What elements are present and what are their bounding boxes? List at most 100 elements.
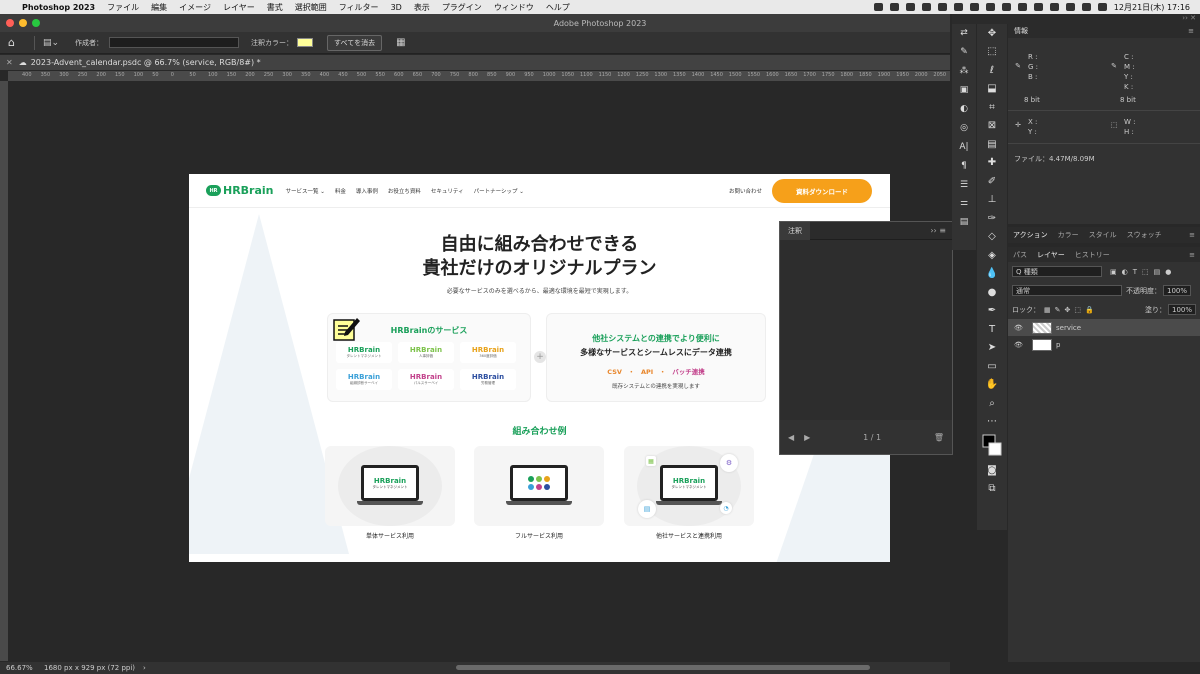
frame-tool-icon[interactable]: ⊠ [977, 117, 1007, 136]
menu-type[interactable]: 書式 [267, 2, 283, 13]
next-note-icon[interactable]: ▶ [804, 433, 810, 442]
status-icon[interactable] [1017, 3, 1027, 11]
color-swatches-icon[interactable] [977, 431, 1007, 461]
notes-icon[interactable]: ▤ [952, 213, 976, 232]
clear-all-button[interactable]: すべてを消去 [327, 34, 383, 51]
object-select-tool-icon[interactable]: ⬓ [977, 80, 1007, 99]
app-menu[interactable]: Photoshop 2023 [22, 3, 95, 12]
status-icon[interactable] [953, 3, 963, 11]
paint-bucket-tool-icon[interactable]: ◈ [977, 246, 1007, 265]
more-tools-icon[interactable]: ⋯ [977, 413, 1007, 432]
lock-icons[interactable]: ▦✎✥⬚🔒 [1044, 306, 1098, 314]
menu-filter[interactable]: フィルター [339, 2, 379, 13]
eyedropper-icon[interactable]: ✎ [1008, 52, 1028, 92]
author-input[interactable] [109, 37, 240, 48]
tab-actions[interactable]: アクション [1008, 230, 1053, 240]
tab-layers[interactable]: レイヤー [1032, 250, 1070, 260]
status-icon[interactable] [937, 3, 947, 11]
fill-input[interactable]: 100% [1167, 304, 1196, 315]
eraser-tool-icon[interactable]: ◇ [977, 228, 1007, 247]
zoom-tool-icon[interactable]: ⌕ [977, 394, 1007, 413]
menubar-clock[interactable]: 12月21日(木) 17:16 [1114, 2, 1190, 13]
horizontal-scrollbar[interactable] [456, 665, 870, 670]
brush-tool-icon[interactable]: ✐ [977, 172, 1007, 191]
hand-tool-icon[interactable]: ✋ [977, 376, 1007, 395]
panel-menu-icon[interactable]: ≡ [1184, 231, 1200, 239]
note-tool-icon[interactable]: ▤⌄ [43, 38, 59, 48]
brushes-icon[interactable]: ⁂ [952, 62, 976, 81]
tab-swatches[interactable]: スウォッチ [1122, 230, 1167, 240]
layer-kind-select[interactable]: Q 種類 [1012, 266, 1102, 277]
search-icon[interactable] [1081, 3, 1091, 11]
clone-source-icon[interactable]: ▣ [952, 81, 976, 100]
panel-menu-icon[interactable]: ›› ≡ [930, 226, 946, 235]
paragraph-icon[interactable]: ¶ [952, 156, 976, 175]
home-icon[interactable]: ⌂ [8, 36, 26, 49]
channels-icon[interactable]: ◎ [952, 118, 976, 137]
menu-file[interactable]: ファイル [107, 2, 139, 13]
move-tool-icon[interactable]: ✥ [977, 24, 1007, 43]
marquee-tool-icon[interactable]: ⬚ [977, 43, 1007, 62]
status-icon[interactable] [985, 3, 995, 11]
menu-edit[interactable]: 編集 [151, 2, 167, 13]
character-icon[interactable]: A| [952, 137, 976, 156]
status-icon[interactable] [969, 3, 979, 11]
eye-icon[interactable]: 👁 [1014, 324, 1026, 332]
stamp-tool-icon[interactable]: ⊥ [977, 191, 1007, 210]
layer-row[interactable]: 👁 p [1008, 336, 1200, 353]
menu-view[interactable]: 表示 [414, 2, 430, 13]
close-tab-icon[interactable]: ✕ [6, 58, 13, 67]
type-tool-icon[interactable]: T [977, 320, 1007, 339]
menu-layer[interactable]: レイヤー [223, 2, 255, 13]
path-select-tool-icon[interactable]: ➤ [977, 339, 1007, 358]
note-annotation-icon[interactable] [333, 314, 361, 342]
collapse-icon[interactable]: ›› [930, 226, 936, 235]
screen-mode-icon[interactable]: ⧉ [977, 480, 1007, 499]
menu-3d[interactable]: 3D [391, 3, 402, 12]
menu-image[interactable]: イメージ [179, 2, 211, 13]
menu-plugins[interactable]: プラグイン [442, 2, 482, 13]
panel-menu-icon[interactable]: ≡ [1188, 27, 1194, 35]
menu-window[interactable]: ウィンドウ [494, 2, 534, 13]
note-text-area[interactable] [780, 240, 952, 420]
sliders-icon[interactable]: ⚌ [952, 194, 976, 213]
crop-tool-icon[interactable]: ⌗ [977, 98, 1007, 117]
notes-panel-toggle-icon[interactable]: ▦ [396, 37, 405, 48]
prev-note-icon[interactable]: ◀ [788, 433, 794, 442]
libraries-icon[interactable]: ☰ [952, 175, 976, 194]
opacity-input[interactable]: 100% [1163, 285, 1192, 296]
properties-icon[interactable]: ⇄ [952, 24, 976, 43]
pen-tool-icon[interactable]: ✒ [977, 302, 1007, 321]
quick-mask-icon[interactable]: ◙ [977, 461, 1007, 480]
spot-heal-tool-icon[interactable]: ✚ [977, 154, 1007, 173]
layer-name[interactable]: p [1056, 341, 1060, 349]
adjustments-icon[interactable]: ◐ [952, 100, 976, 119]
menu-help[interactable]: ヘルプ [546, 2, 570, 13]
status-icon[interactable] [921, 3, 931, 11]
blend-mode-select[interactable]: 通常 [1012, 285, 1122, 296]
tab-paths[interactable]: パス [1008, 250, 1032, 260]
eye-icon[interactable]: 👁 [1014, 341, 1026, 349]
eyedropper-icon[interactable]: ✎ [1104, 52, 1124, 92]
status-arrow-icon[interactable]: › [143, 664, 146, 672]
menu-select[interactable]: 選択範囲 [295, 2, 327, 13]
status-icon[interactable] [1049, 3, 1059, 11]
panel-menu-icon[interactable]: ≡ [1184, 251, 1200, 259]
status-icon[interactable] [905, 3, 915, 11]
note-color-swatch[interactable] [297, 38, 314, 47]
lasso-tool-icon[interactable]: ℓ [977, 61, 1007, 80]
document-tab[interactable]: ✕ ☁ 2023-Advent_calendar.psdc @ 66.7% (s… [0, 55, 950, 70]
note-tool-icon[interactable]: ▤ [977, 135, 1007, 154]
tab-notes[interactable]: 注釈 [780, 221, 810, 240]
status-icon[interactable] [873, 3, 883, 11]
status-icon[interactable] [1033, 3, 1043, 11]
layer-row[interactable]: 👁 service [1008, 319, 1200, 336]
layer-name[interactable]: service [1056, 324, 1081, 332]
filter-icons[interactable]: ▣◐T⬚▤● [1110, 268, 1176, 276]
zoom-level[interactable]: 66.67% [6, 664, 44, 672]
tab-styles[interactable]: スタイル [1084, 230, 1122, 240]
status-icon[interactable] [889, 3, 899, 11]
tab-color[interactable]: カラー [1053, 230, 1084, 240]
dodge-tool-icon[interactable]: ● [977, 283, 1007, 302]
brush-settings-icon[interactable]: ✎ [952, 43, 976, 62]
